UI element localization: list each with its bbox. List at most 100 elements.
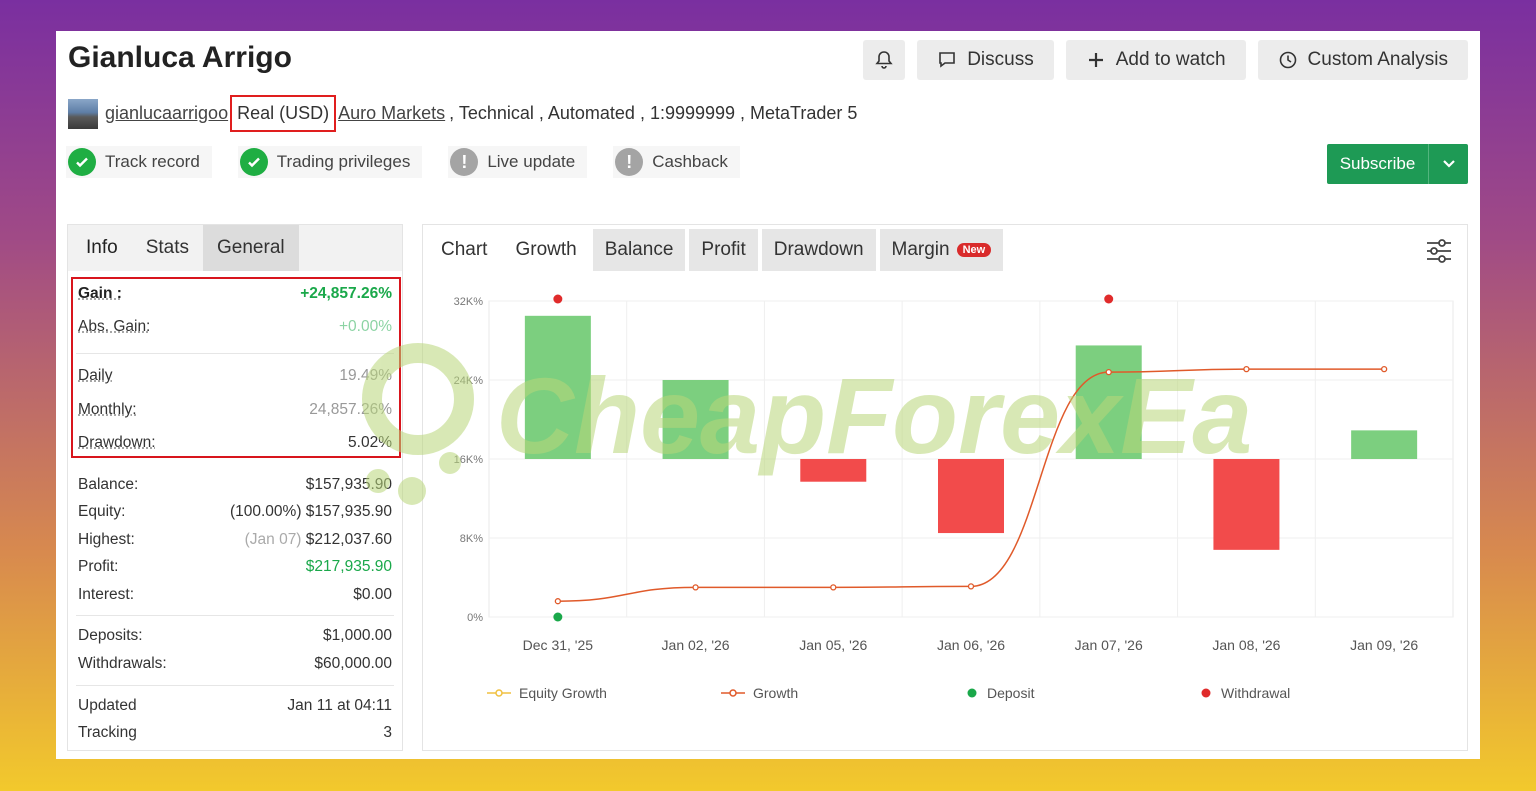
bar-positive	[524, 315, 591, 459]
add-to-watch-button[interactable]: Add to watch	[1065, 40, 1246, 80]
bell-icon	[875, 51, 893, 69]
chat-icon	[939, 52, 955, 68]
y-tick-label: 0%	[467, 612, 483, 624]
clock-icon	[1279, 51, 1296, 69]
badge-cashback[interactable]: ! Cashback	[613, 146, 740, 178]
x-tick-label: Dec 31, '25	[523, 637, 594, 653]
y-tick-label: 8K%	[460, 533, 483, 545]
growth-chart: 0% 8K% 16K% 24K% 32K% Dec 31, '25 Jan 02, '26 J…	[454, 294, 1454, 653]
growth-point	[1380, 365, 1388, 373]
stat-gain: Gain : +24,857.26%	[78, 285, 392, 302]
settings-sliders-icon[interactable]	[1425, 237, 1453, 265]
add-to-watch-label: Add to watch	[1115, 49, 1226, 70]
stat-deposits: Deposits: $1,000.00	[78, 627, 392, 644]
line-marker-icon	[487, 689, 511, 697]
growth-point	[830, 584, 837, 591]
chart-tabs: Chart Growth Balance Profit Drawdown Mar…	[423, 225, 1467, 275]
profile-card: Gianluca Arrigo Discuss Add to watch Cus…	[56, 31, 1480, 759]
dot-marker-icon	[1201, 688, 1211, 698]
stat-tracking: Tracking 3	[78, 724, 392, 741]
growth-point	[1105, 368, 1112, 376]
y-tick-label: 16K%	[454, 454, 484, 466]
growth-point	[554, 598, 562, 605]
stat-updated: Updated Jan 11 at 04:11	[78, 697, 392, 714]
discuss-label: Discuss	[967, 49, 1034, 70]
x-tick-label: Jan 02, '26	[662, 637, 730, 653]
bar-positive	[662, 380, 729, 459]
avatar[interactable]	[68, 98, 98, 129]
tab-info[interactable]: Info	[68, 225, 132, 271]
broker-link[interactable]: Auro Markets	[338, 103, 445, 124]
stat-highest: Highest: (Jan 07) $212,037.60	[78, 531, 392, 548]
tab-drawdown[interactable]: Drawdown	[761, 229, 876, 271]
tab-profit[interactable]: Profit	[689, 229, 758, 271]
chevron-down-icon[interactable]	[1429, 159, 1468, 169]
legend-equity-growth[interactable]: Equity Growth	[487, 685, 721, 701]
badge-track-record[interactable]: Track record	[66, 146, 212, 178]
stat-interest: Interest: $0.00	[78, 586, 392, 603]
tab-margin-label: Margin	[891, 239, 950, 260]
stat-abs-gain: Abs. Gain: +0.00%	[78, 318, 392, 335]
growth-point	[967, 583, 975, 590]
stat-balance: Balance: $157,935.90	[78, 476, 392, 493]
legend-deposit[interactable]: Deposit	[965, 685, 1199, 701]
bar-negative	[800, 459, 867, 482]
tab-balance[interactable]: Balance	[592, 229, 686, 271]
new-badge: New	[956, 243, 992, 257]
verification-badges: Track record Trading privileges ! Live u…	[66, 146, 740, 178]
stat-profit: Profit: $217,935.90	[78, 558, 392, 575]
chart-legend: Equity Growth Growth Deposit Withdrawal	[487, 685, 1290, 701]
badge-label: Live update	[487, 152, 576, 171]
tab-margin[interactable]: Margin New	[879, 229, 1004, 271]
stat-monthly: Monthly: 24,857.26%	[78, 401, 392, 418]
account-type: Real (USD)	[230, 95, 337, 132]
dot-marker-icon	[967, 688, 977, 698]
bar-positive	[1351, 430, 1418, 459]
x-tick-label: Jan 09, '26	[1350, 637, 1418, 653]
deposit-marker	[553, 612, 563, 622]
custom-analysis-label: Custom Analysis	[1307, 49, 1448, 70]
badge-trading-privileges[interactable]: Trading privileges	[237, 146, 423, 178]
notification-button[interactable]	[863, 40, 906, 80]
exclamation-circle-icon: !	[450, 148, 479, 176]
page-title: Gianluca Arrigo	[68, 41, 292, 74]
badge-live-update[interactable]: ! Live update	[448, 146, 588, 178]
top-actions: Discuss Add to watch Custom Analysis	[863, 40, 1468, 80]
tab-chart-label: Chart	[441, 239, 488, 260]
y-tick-label: 24K%	[454, 375, 484, 387]
line-marker-icon	[721, 689, 745, 697]
check-circle-icon	[68, 148, 96, 176]
discuss-button[interactable]: Discuss	[917, 40, 1054, 80]
withdrawal-marker	[553, 294, 563, 304]
stat-drawdown: Drawdown: 5.02%	[78, 434, 392, 451]
custom-analysis-button[interactable]: Custom Analysis	[1257, 40, 1468, 80]
badge-label: Trading privileges	[276, 152, 411, 171]
growth-point	[1243, 365, 1250, 373]
account-details: , Technical , Automated , 1:9999999 , Me…	[449, 103, 858, 123]
tab-growth[interactable]: Growth	[503, 229, 589, 271]
username-link[interactable]: gianlucaarrigoo	[105, 103, 228, 124]
growth-point	[692, 584, 699, 591]
plus-icon	[1088, 53, 1103, 67]
tab-stats[interactable]: Stats	[132, 225, 203, 271]
bar-negative	[938, 459, 1004, 534]
stat-withdrawals: Withdrawals: $60,000.00	[78, 655, 392, 672]
bar-negative	[1213, 459, 1280, 550]
y-tick-label: 32K%	[454, 296, 484, 308]
subscribe-button[interactable]: Subscribe	[1327, 144, 1468, 184]
tab-general[interactable]: General	[203, 225, 299, 271]
badge-label: Cashback	[652, 152, 728, 171]
stats-tabs: Info Stats General	[68, 225, 402, 271]
stat-equity: Equity: (100.00%) $157,935.90	[78, 503, 392, 520]
x-tick-label: Jan 08, '26	[1212, 637, 1280, 653]
x-tick-label: Jan 07, '26	[1075, 637, 1143, 653]
legend-withdrawal[interactable]: Withdrawal	[1199, 685, 1290, 701]
check-circle-icon	[239, 148, 268, 176]
chart-panel: Chart Growth Balance Profit Drawdown Mar…	[422, 224, 1468, 751]
x-tick-label: Jan 06, '26	[937, 637, 1005, 653]
subscribe-label: Subscribe	[1339, 154, 1416, 173]
legend-growth[interactable]: Growth	[721, 685, 965, 701]
account-meta: gianlucaarrigoo Real (USD) Auro Markets …	[68, 95, 857, 132]
x-tick-label: Jan 05, '26	[799, 637, 867, 653]
bar-positive	[1075, 345, 1142, 459]
